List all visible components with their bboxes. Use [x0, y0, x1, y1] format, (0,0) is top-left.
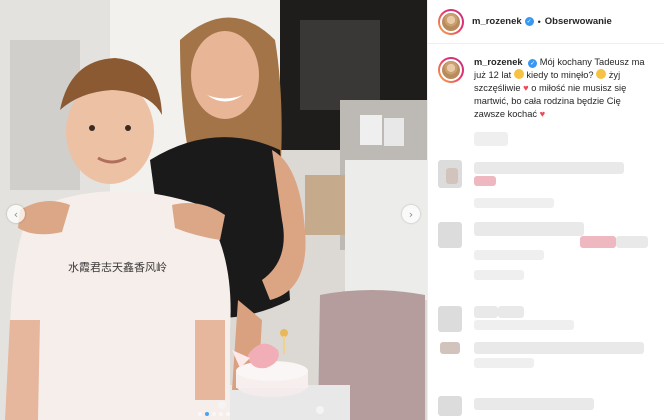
blurred-comment: [498, 306, 524, 318]
shirt-print: 水霞君志天鑫香风岭: [68, 260, 167, 274]
post-caption: m_rozenek ✓ Mój kochany Tadeusz ma już 1…: [428, 44, 664, 121]
post-photo[interactable]: 水霞君志天鑫香风岭 ‹ ›: [0, 0, 427, 420]
carousel-dot: [197, 412, 202, 416]
blurred-comment: [474, 162, 624, 174]
blurred-comment: [474, 270, 524, 280]
caption-part-2: kiedy to minęło?: [526, 70, 594, 80]
separator: •: [537, 16, 541, 27]
following-button[interactable]: Obserwowanie: [545, 16, 612, 27]
blurred-avatar: [446, 168, 458, 184]
blurred-comment: [474, 250, 544, 260]
blurred-comment: [580, 236, 616, 248]
verified-badge-icon: ✓: [528, 59, 538, 68]
heart-icon: ♥: [523, 83, 529, 93]
blurred-comment: [474, 320, 574, 330]
carousel-dot: [218, 412, 223, 416]
blurred-comment: [616, 236, 648, 248]
chevron-left-icon: ‹: [13, 207, 19, 221]
carousel-dot: [225, 412, 230, 416]
post-header: m_rozenek ✓ • Obserwowanie: [428, 0, 664, 44]
grinning-face-icon: [513, 69, 524, 79]
heart-icon: ♥: [539, 109, 546, 119]
blurred-comment: [474, 198, 554, 208]
chevron-right-icon: ›: [408, 207, 414, 221]
blurred-comment: [474, 132, 508, 146]
carousel-next-button[interactable]: ›: [402, 205, 420, 223]
blurred-avatar: [438, 222, 462, 248]
username-link[interactable]: m_rozenek: [472, 16, 522, 27]
blurred-avatar: [438, 306, 462, 332]
caption-username-link[interactable]: m_rozenek: [474, 57, 523, 67]
verified-badge-icon: ✓: [524, 17, 534, 26]
blurred-comment: [474, 306, 498, 318]
caption-text: m_rozenek ✓ Mój kochany Tadeusz ma już 1…: [474, 56, 649, 121]
blurred-comment: [474, 176, 496, 186]
photo-image: 水霞君志天鑫香风岭: [0, 0, 427, 420]
blurred-comment: [474, 222, 584, 236]
carousel-dot-active: [204, 412, 209, 416]
carousel-prev-button[interactable]: ‹: [7, 205, 25, 223]
blurred-avatar: [440, 342, 460, 354]
blurred-comment: [474, 398, 594, 410]
post-side-panel: m_rozenek ✓ • Obserwowanie m_rozenek ✓ M…: [427, 0, 664, 420]
caption-avatar[interactable]: [438, 57, 464, 83]
avatar[interactable]: [438, 8, 464, 35]
carousel-indicator: [0, 412, 427, 416]
blurred-comment: [474, 342, 644, 354]
blurred-comment: [474, 358, 534, 368]
blurred-avatar: [438, 396, 462, 416]
carousel-dot: [211, 412, 216, 416]
grinning-face-icon: [596, 69, 607, 79]
